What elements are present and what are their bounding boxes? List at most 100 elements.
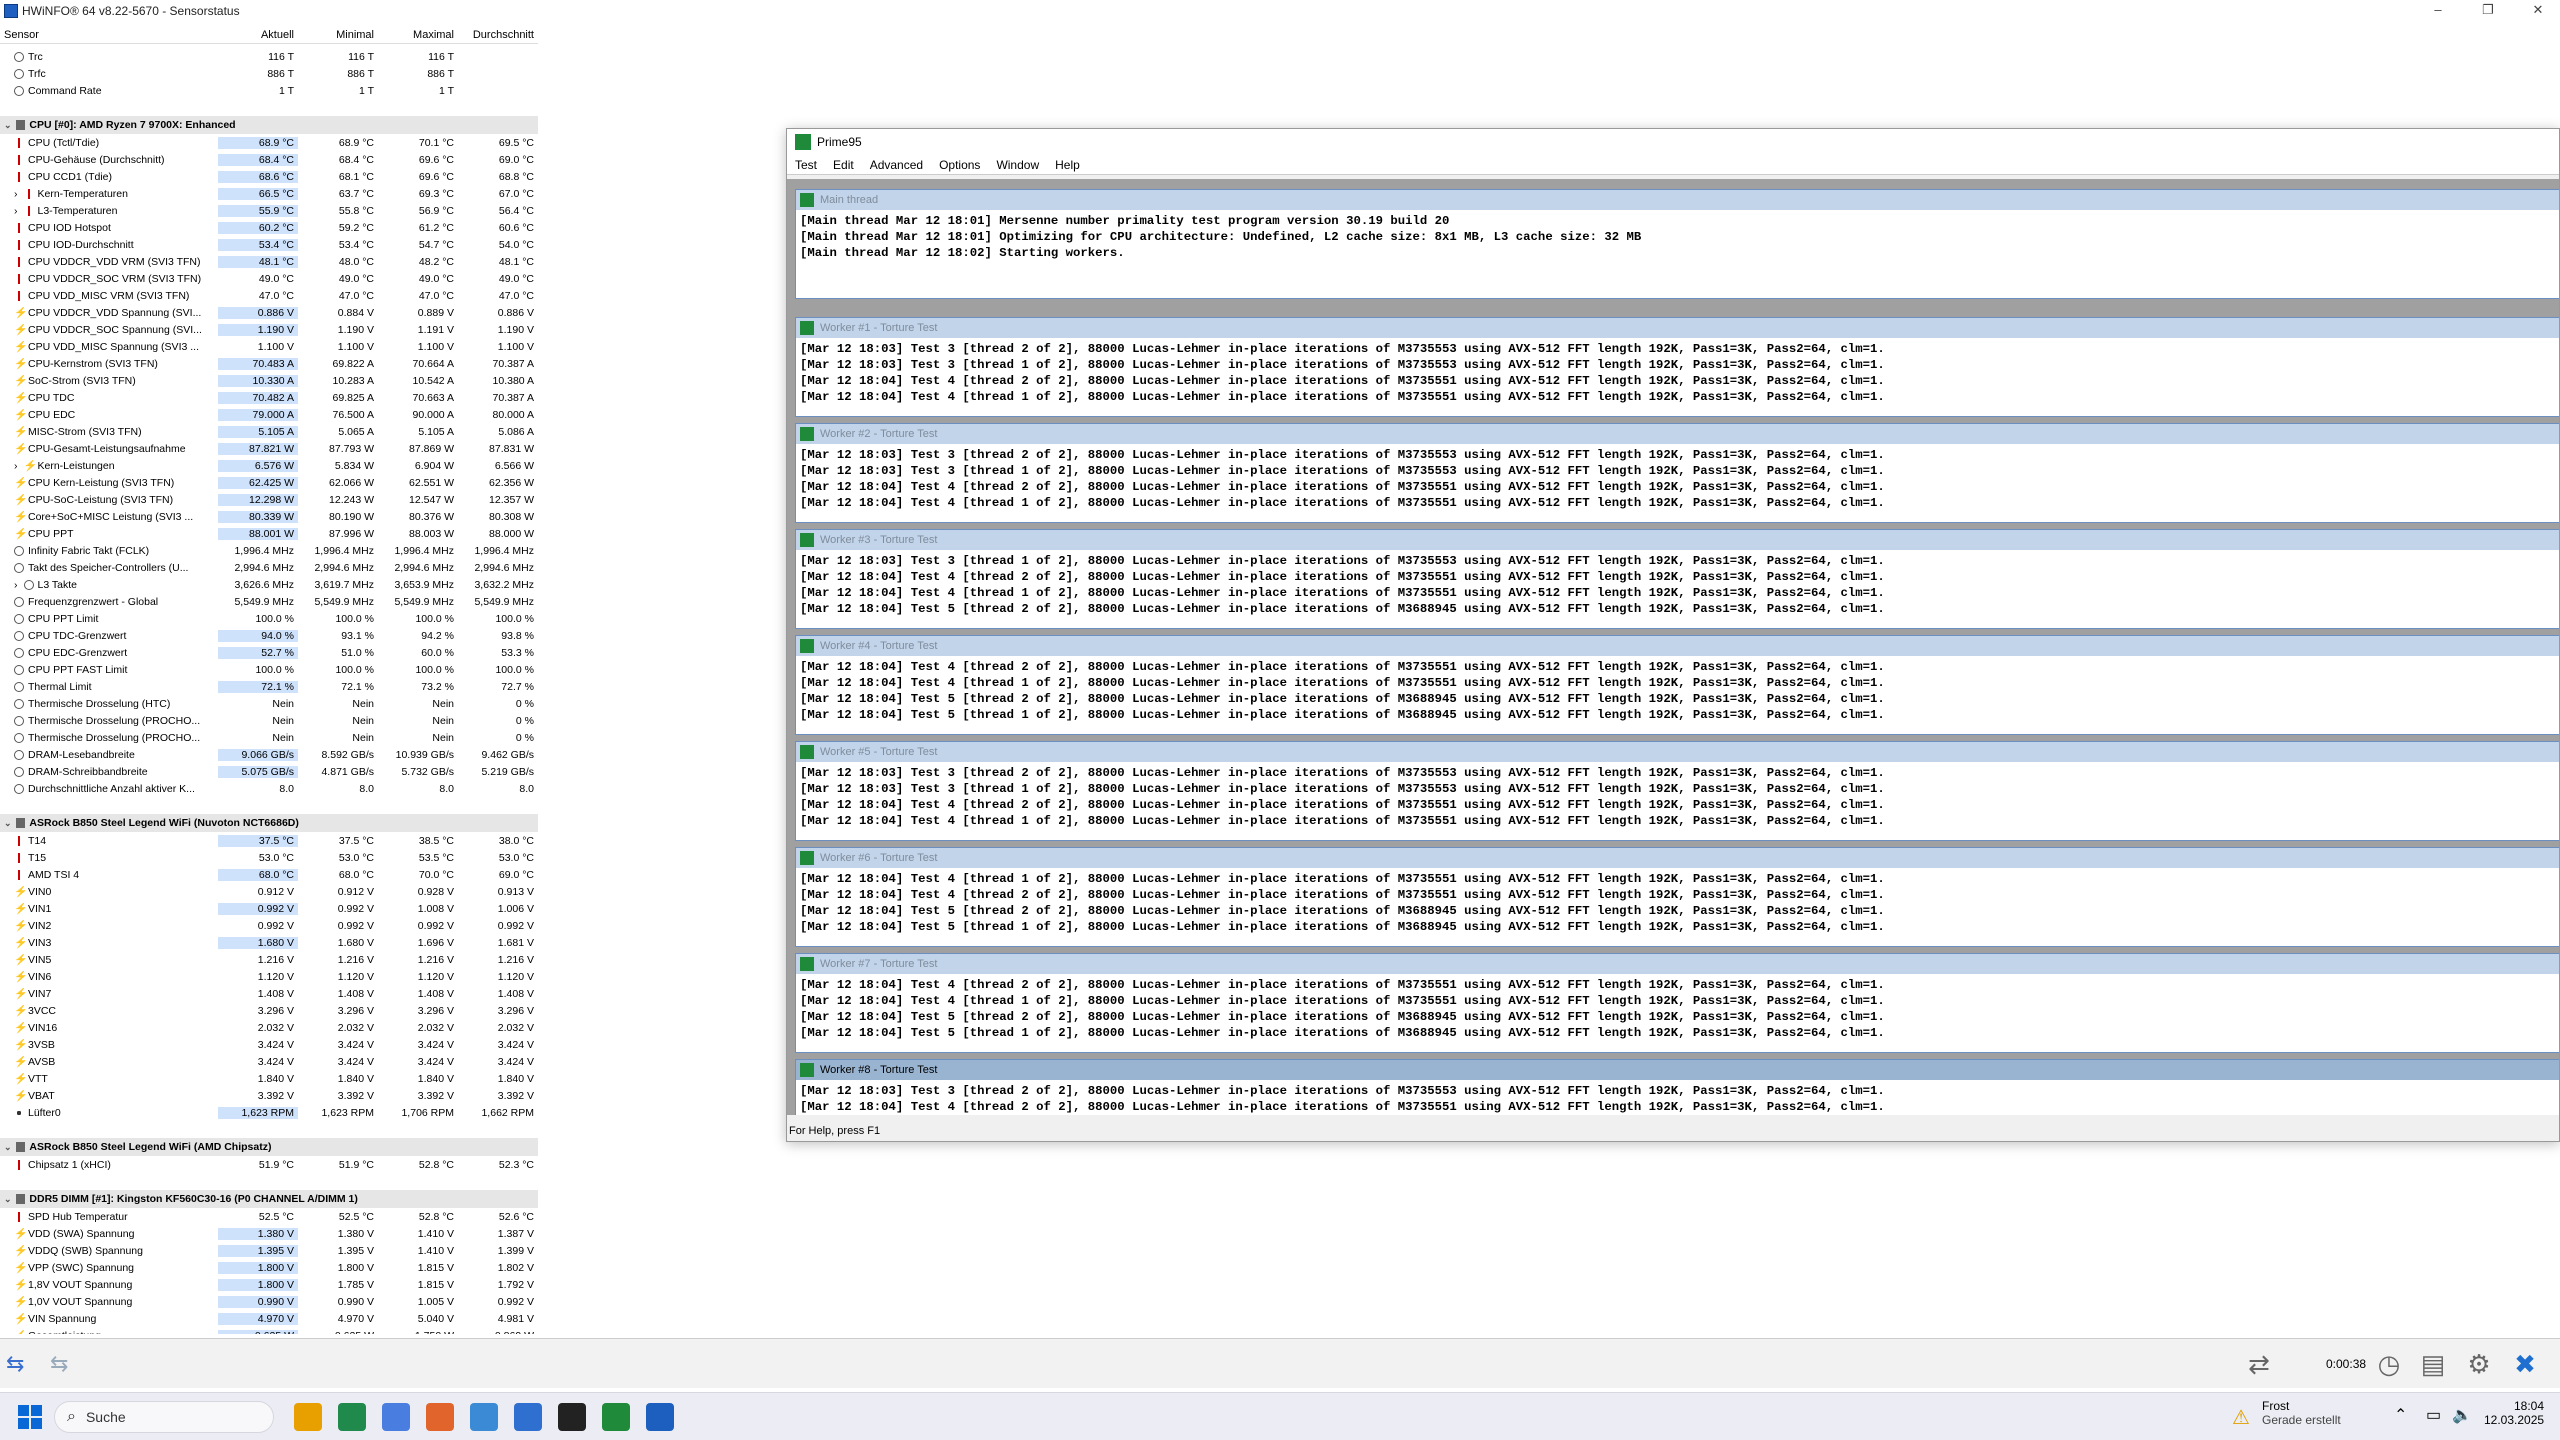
menu-test[interactable]: Test xyxy=(787,158,825,172)
hwinfo-icon[interactable] xyxy=(602,1403,630,1431)
sensor-row[interactable]: › Kern-Temperaturen 66.5 °C 63.7 °C 69.3 °C 6… xyxy=(0,185,538,202)
sensor-row[interactable]: Infinity Fabric Takt (FCLK) 1,996.4 MHz 1,… xyxy=(0,542,538,559)
prime95-icon[interactable] xyxy=(646,1403,674,1431)
expand-chevron-icon[interactable]: › xyxy=(14,188,18,200)
worker-window[interactable]: Worker #6 - Torture Test [Mar 12 18:04] T… xyxy=(795,847,2559,947)
photos-icon[interactable] xyxy=(470,1403,498,1431)
collapse-chevron-icon[interactable]: ⌄ xyxy=(0,120,16,131)
windows-start-icon[interactable] xyxy=(18,1405,42,1429)
sensor-row[interactable]: ⚡ CPU-SoC-Leistung (SVI3 TFN) 12.298 W 12.2… xyxy=(0,491,538,508)
file-explorer-icon[interactable] xyxy=(294,1403,322,1431)
taskbar-search[interactable]: ⌕ Suche xyxy=(54,1401,274,1433)
sensor-group-header[interactable]: ⌄ CPU [#0]: AMD Ryzen 7 9700X: Enhanced xyxy=(0,116,538,134)
sensor-row[interactable]: › L3-Temperaturen 55.9 °C 55.8 °C 56.9 °C 56.… xyxy=(0,202,538,219)
worker-window[interactable]: Worker #5 - Torture Test [Mar 12 18:03] T… xyxy=(795,741,2559,841)
sensor-group-header[interactable]: ⌄ ASRock B850 Steel Legend WiFi (AMD Chip… xyxy=(0,1138,538,1156)
expand-chevron-icon[interactable]: › xyxy=(14,579,18,591)
child-window-titlebar[interactable]: Worker #1 - Torture Test xyxy=(796,318,2559,338)
chrome-icon[interactable] xyxy=(382,1403,410,1431)
sensor-row[interactable]: CPU-Gehäuse (Durchschnitt) 68.4 °C 68.4 °C… xyxy=(0,151,538,168)
prime95-window[interactable]: Prime95 Test Edit Advanced Options Windo… xyxy=(786,128,2560,1142)
sensor-row[interactable]: ⚡ CPU-Kernstrom (SVI3 TFN) 70.483 A 69.822 … xyxy=(0,355,538,372)
sensor-row[interactable]: Thermal Limit 72.1 % 72.1 % 73.2 % 72.7 % xyxy=(0,678,538,695)
sensor-row[interactable]: CPU IOD Hotspot 60.2 °C 59.2 °C 61.2 °C 60.6… xyxy=(0,219,538,236)
sensor-row[interactable]: Thermische Drosselung (HTC) Nein Nein Nein 0… xyxy=(0,695,538,712)
sensor-row[interactable]: ⚡ VIN7 1.408 V 1.408 V 1.408 V 1.408 V xyxy=(0,985,538,1002)
child-window-titlebar[interactable]: Worker #5 - Torture Test xyxy=(796,742,2559,762)
warning-icon[interactable]: ⚠ xyxy=(2232,1405,2250,1430)
column-sensor[interactable]: Sensor xyxy=(0,26,218,43)
notification[interactable]: Frost Gerade erstellt xyxy=(2262,1399,2341,1427)
store-icon[interactable] xyxy=(514,1403,542,1431)
sensor-row[interactable]: ⚡ VIN6 1.120 V 1.120 V 1.120 V 1.120 V xyxy=(0,968,538,985)
child-window-titlebar[interactable]: Worker #6 - Torture Test xyxy=(796,848,2559,868)
sensor-row[interactable]: ⚡ MISC-Strom (SVI3 TFN) 5.105 A 5.065 A 5.10… xyxy=(0,423,538,440)
sensor-row[interactable]: Durchschnittliche Anzahl aktiver K... 8.0… xyxy=(0,780,538,797)
child-window-titlebar[interactable]: Main thread xyxy=(796,190,2559,210)
column-min[interactable]: Minimal xyxy=(298,26,378,43)
sensor-row[interactable]: ⚡ 3VCC 3.296 V 3.296 V 3.296 V 3.296 V xyxy=(0,1002,538,1019)
column-average[interactable]: Durchschnitt xyxy=(458,26,538,43)
sensor-row[interactable]: ⚡ VPP (SWC) Spannung 1.800 V 1.800 V 1.815 V… xyxy=(0,1259,538,1276)
menu-window[interactable]: Window xyxy=(988,158,1047,172)
sensor-row[interactable]: Thermische Drosselung (PROCHO... Nein Nein… xyxy=(0,712,538,729)
child-window-titlebar[interactable]: Worker #3 - Torture Test xyxy=(796,530,2559,550)
sensor-list[interactable]: Trc 116 T 116 T 116 T Trfc 886 T 886 T 886 T Com… xyxy=(0,48,538,1334)
sensor-row[interactable]: ⚡ VBAT 3.392 V 3.392 V 3.392 V 3.392 V xyxy=(0,1087,538,1104)
sensor-row[interactable]: ⚡ 3VSB 3.424 V 3.424 V 3.424 V 3.424 V xyxy=(0,1036,538,1053)
worker-window[interactable]: Worker #8 - Torture Test [Mar 12 18:03] T… xyxy=(795,1059,2559,1115)
worker-window[interactable]: Worker #1 - Torture Test [Mar 12 18:03] T… xyxy=(795,317,2559,417)
network-icon[interactable]: ▭ xyxy=(2426,1405,2441,1425)
settings-gear-icon[interactable]: ⚙ xyxy=(2464,1349,2494,1379)
sensor-row[interactable]: ⚡ SoC-Strom (SVI3 TFN) 10.330 A 10.283 A 10.… xyxy=(0,372,538,389)
clock[interactable]: 18:04 12.03.2025 xyxy=(2484,1399,2544,1427)
sensor-row[interactable]: ⚡ CPU EDC 79.000 A 76.500 A 90.000 A 80.000 A xyxy=(0,406,538,423)
worker-window[interactable]: Worker #4 - Torture Test [Mar 12 18:04] T… xyxy=(795,635,2559,735)
column-max[interactable]: Maximal xyxy=(378,26,458,43)
collapse-chevron-icon[interactable]: ⌄ xyxy=(0,818,16,829)
prime95-titlebar[interactable]: Prime95 xyxy=(787,129,2559,155)
sensor-row[interactable]: ⚡ VIN2 0.992 V 0.992 V 0.992 V 0.992 V xyxy=(0,917,538,934)
sensor-row[interactable]: ⚡ VIN1 0.992 V 0.992 V 1.008 V 1.006 V xyxy=(0,900,538,917)
sensor-group-header[interactable]: ⌄ DDR5 DIMM [#1]: Kingston KF560C30-16 (P… xyxy=(0,1190,538,1208)
sensor-row[interactable]: Frequenzgrenzwert - Global 5,549.9 MHz 5,5… xyxy=(0,593,538,610)
sensor-row[interactable]: ⚡ 1,8V VOUT Spannung 1.800 V 1.785 V 1.815 V… xyxy=(0,1276,538,1293)
sensor-row[interactable]: CPU IOD-Durchschnitt 53.4 °C 53.4 °C 54.7 °… xyxy=(0,236,538,253)
expand-chevron-icon[interactable]: › xyxy=(14,205,18,217)
worker-window[interactable]: Worker #3 - Torture Test [Mar 12 18:03] T… xyxy=(795,529,2559,629)
child-window-titlebar[interactable]: Worker #2 - Torture Test xyxy=(796,424,2559,444)
worker-window[interactable]: Worker #7 - Torture Test [Mar 12 18:04] T… xyxy=(795,953,2559,1053)
maximize-button[interactable]: ❐ xyxy=(2466,0,2510,22)
expand-chevron-icon[interactable]: › xyxy=(14,460,18,472)
sensor-row[interactable]: › ⚡ Kern-Leistungen 6.576 W 5.834 W 6.904 W 6.… xyxy=(0,457,538,474)
child-window-titlebar[interactable]: Worker #4 - Torture Test xyxy=(796,636,2559,656)
sensor-row[interactable]: CPU PPT Limit 100.0 % 100.0 % 100.0 % 100.0 … xyxy=(0,610,538,627)
sensor-row[interactable]: ⚡ 1,0V VOUT Spannung 0.990 V 0.990 V 1.005 V… xyxy=(0,1293,538,1310)
network-switch-icon[interactable]: ⇄ xyxy=(2244,1349,2274,1379)
sensor-row[interactable]: ⚡ VIN0 0.912 V 0.912 V 0.928 V 0.913 V xyxy=(0,883,538,900)
sensor-row[interactable]: CPU VDD_MISC VRM (SVI3 TFN) 47.0 °C 47.0 °… xyxy=(0,287,538,304)
sensor-row[interactable]: ⚡ Core+SoC+MISC Leistung (SVI3 ... 80.339 … xyxy=(0,508,538,525)
sensor-row[interactable]: CPU (Tctl/Tdie) 68.9 °C 68.9 °C 70.1 °C 69.5… xyxy=(0,134,538,151)
chevron-up-icon[interactable]: ⌃ xyxy=(2394,1405,2407,1425)
sensor-row[interactable]: ⚡ AVSB 3.424 V 3.424 V 3.424 V 3.424 V xyxy=(0,1053,538,1070)
sensor-row[interactable]: ⚡ CPU PPT 88.001 W 87.996 W 88.003 W 88.000 W xyxy=(0,525,538,542)
sensor-row[interactable]: SPD Hub Temperatur 52.5 °C 52.5 °C 52.8 °C 5… xyxy=(0,1208,538,1225)
sensor-row[interactable]: ⚡ VDDQ (SWB) Spannung 1.395 V 1.395 V 1.410 … xyxy=(0,1242,538,1259)
collapse-chevron-icon[interactable]: ⌄ xyxy=(0,1194,16,1205)
sensor-row[interactable]: ⚡ VIN5 1.216 V 1.216 V 1.216 V 1.216 V xyxy=(0,951,538,968)
sensor-row[interactable]: ⚡ VIN Spannung 4.970 V 4.970 V 5.040 V 4.981 … xyxy=(0,1310,538,1327)
sensor-row[interactable]: CPU PPT FAST Limit 100.0 % 100.0 % 100.0 % 1… xyxy=(0,661,538,678)
nav-left-right-icon[interactable]: ⇆ xyxy=(6,1351,24,1377)
menu-edit[interactable]: Edit xyxy=(825,158,862,172)
sensor-row[interactable]: T15 53.0 °C 53.0 °C 53.5 °C 53.0 °C xyxy=(0,849,538,866)
sensor-row[interactable]: Trfc 886 T 886 T 886 T xyxy=(0,65,538,82)
menu-help[interactable]: Help xyxy=(1047,158,1088,172)
sensor-row[interactable]: Trc 116 T 116 T 116 T xyxy=(0,48,538,65)
sensor-row[interactable]: ⚡ CPU VDDCR_SOC Spannung (SVI... 1.190 V 1.… xyxy=(0,321,538,338)
sensor-row[interactable]: DRAM-Schreibbandbreite 5.075 GB/s 4.871 GB… xyxy=(0,763,538,780)
sensor-row[interactable]: AMD TSI 4 68.0 °C 68.0 °C 70.0 °C 69.0 °C xyxy=(0,866,538,883)
sensor-row[interactable]: CPU TDC-Grenzwert 94.0 % 93.1 % 94.2 % 93.8 … xyxy=(0,627,538,644)
sensor-row[interactable]: Takt des Speicher-Controllers (U... 2,994… xyxy=(0,559,538,576)
sensor-row[interactable]: Thermische Drosselung (PROCHO... Nein Nein… xyxy=(0,729,538,746)
